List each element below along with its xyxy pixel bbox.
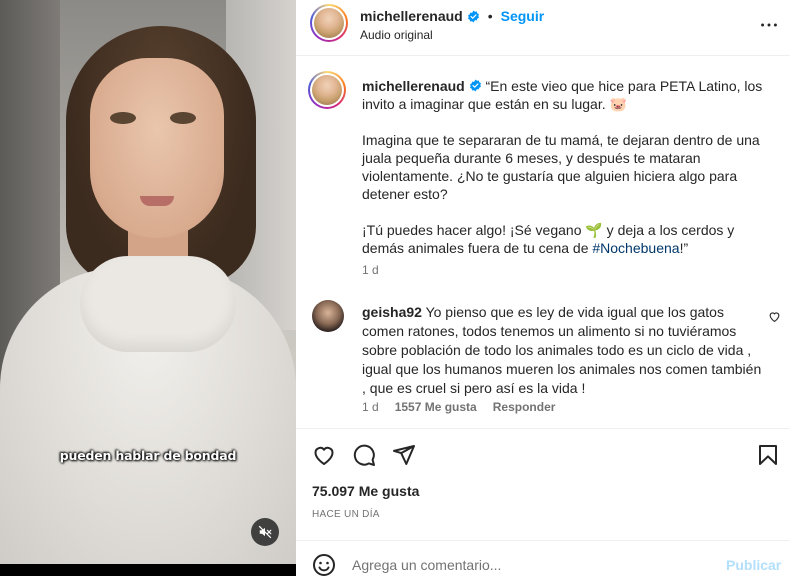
post-caption: michellerenaud “En este vieo que hice pa… [362, 77, 772, 257]
post-header: michellerenaud • Seguir Audio original [296, 0, 790, 56]
reply-button[interactable]: Responder [493, 400, 556, 414]
author-line: michellerenaud • Seguir [360, 8, 544, 24]
post-actions: 75.097 Me gusta HACE UN DÍA [296, 428, 790, 548]
comment-text: Yo pienso que es ley de vida igual que l… [362, 304, 762, 396]
commenter-username[interactable]: geisha92 [362, 304, 422, 320]
more-options-button[interactable] [758, 14, 780, 36]
video-player[interactable]: pueden hablar de bondad [0, 0, 296, 576]
verified-badge-icon [469, 79, 482, 92]
post-timestamp[interactable]: HACE UN DÍA [312, 509, 380, 520]
person-eye-right [170, 112, 196, 124]
caption-timestamp[interactable]: 1 d [362, 263, 379, 277]
heart-icon [314, 446, 334, 466]
add-comment-bar: Publicar [296, 540, 790, 576]
follow-button[interactable]: Seguir [501, 8, 545, 24]
mute-button[interactable] [251, 518, 279, 546]
author-username[interactable]: michellerenaud [360, 8, 463, 24]
video-letterbox [0, 564, 296, 576]
comment-timestamp[interactable]: 1 d [362, 400, 379, 414]
sweater-collar [80, 256, 236, 352]
comment-body: geisha92 Yo pienso que es ley de vida ig… [362, 303, 762, 398]
comment-icon [353, 444, 375, 466]
comments-section[interactable]: michellerenaud “En este vieo que hice pa… [296, 57, 790, 427]
comment-like-button[interactable] [768, 310, 781, 323]
person-eye-left [110, 112, 136, 124]
emoji-icon [313, 554, 335, 576]
comment-button[interactable] [352, 443, 376, 467]
video-subtitle: pueden hablar de bondad [59, 448, 237, 463]
likes-count[interactable]: 75.097 Me gusta [312, 483, 419, 499]
emoji-button[interactable] [312, 553, 336, 576]
send-icon [393, 445, 415, 465]
author-avatar[interactable] [310, 4, 348, 42]
caption-username[interactable]: michellerenaud [362, 78, 465, 94]
caption-paragraph-3-end: !” [679, 240, 689, 256]
verified-badge-icon [467, 10, 480, 23]
heart-outline-icon [769, 312, 780, 323]
speaker-muted-icon [258, 525, 272, 539]
comment-meta: 1 d 1557 Me gusta Responder [362, 400, 555, 414]
person-mouth [140, 196, 174, 206]
person-face [90, 58, 224, 238]
commenter-avatar[interactable] [312, 300, 344, 332]
comment-likes-count[interactable]: 1557 Me gusta [395, 400, 477, 414]
bookmark-icon [759, 445, 777, 465]
caption-author-avatar[interactable] [308, 71, 346, 109]
post-panel: michellerenaud • Seguir Audio original m… [296, 0, 790, 576]
comment-input[interactable] [352, 555, 712, 575]
video-frame [0, 0, 296, 564]
separator-dot: • [487, 8, 493, 24]
more-options-icon [761, 23, 777, 27]
hashtag-link[interactable]: #Nochebuena [592, 240, 679, 256]
audio-label[interactable]: Audio original [360, 28, 433, 42]
publish-button[interactable]: Publicar [726, 557, 781, 573]
like-button[interactable] [312, 443, 336, 467]
caption-paragraph-2: Imagina que te separaran de tu mamá, te … [362, 132, 760, 202]
save-button[interactable] [756, 443, 780, 467]
share-button[interactable] [392, 443, 416, 467]
